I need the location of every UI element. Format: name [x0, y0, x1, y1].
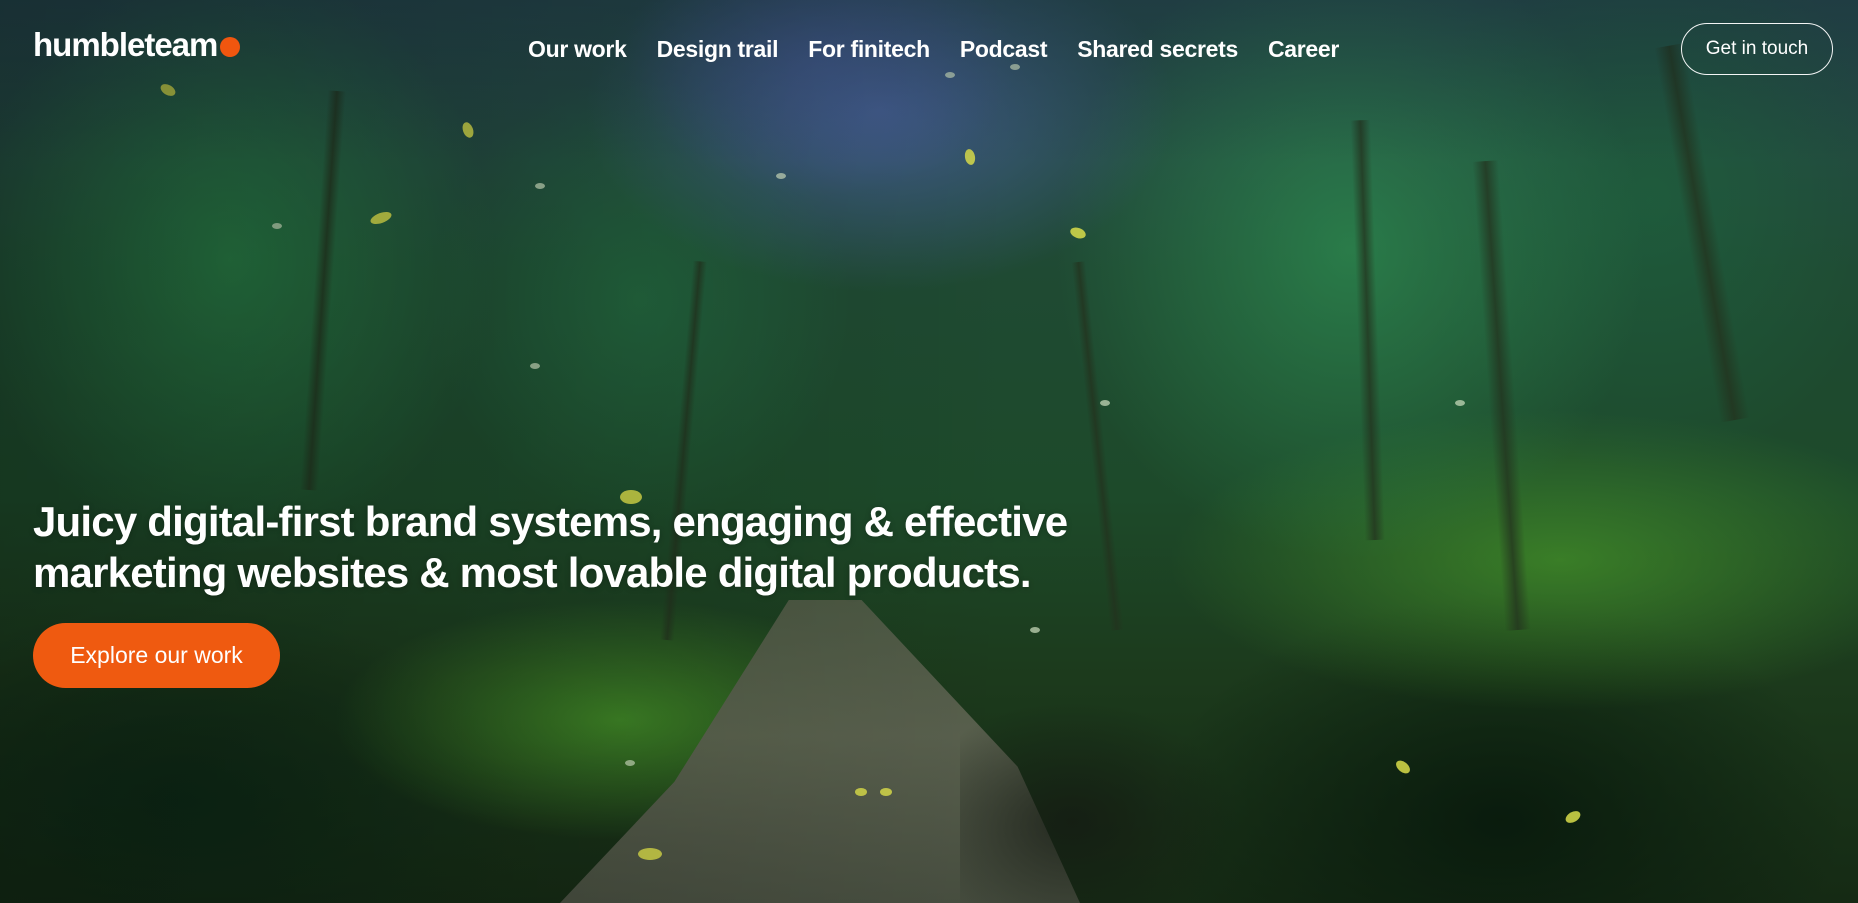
nav-link-our-work[interactable]: Our work [528, 34, 627, 64]
get-in-touch-button[interactable]: Get in touch [1681, 23, 1833, 75]
explore-our-work-button[interactable]: Explore our work [33, 623, 280, 688]
nav-link-podcast[interactable]: Podcast [960, 34, 1048, 64]
hero-headline-line-1: Juicy digital-first brand systems, engag… [33, 498, 1068, 545]
brand-dot-icon [220, 36, 241, 57]
hero-content: Juicy digital-first brand systems, engag… [33, 496, 1233, 598]
background-scrim [0, 0, 1858, 903]
nav-link-career[interactable]: Career [1268, 34, 1339, 64]
hero-headline: Juicy digital-first brand systems, engag… [33, 496, 1233, 598]
main-nav: Our work Design trail For finitech Podca… [528, 34, 1339, 64]
hero-section: humbleteam Our work Design trail For fin… [0, 0, 1858, 903]
nav-link-shared-secrets[interactable]: Shared secrets [1077, 34, 1238, 64]
brand-logo[interactable]: humbleteam [33, 26, 241, 63]
hero-headline-line-2: marketing websites & most lovable digita… [33, 549, 1032, 596]
brand-logo-text: humbleteam [33, 26, 218, 63]
nav-link-design-trail[interactable]: Design trail [657, 34, 779, 64]
site-header: humbleteam Our work Design trail For fin… [0, 0, 1858, 100]
nav-link-for-finitech[interactable]: For finitech [808, 34, 930, 64]
